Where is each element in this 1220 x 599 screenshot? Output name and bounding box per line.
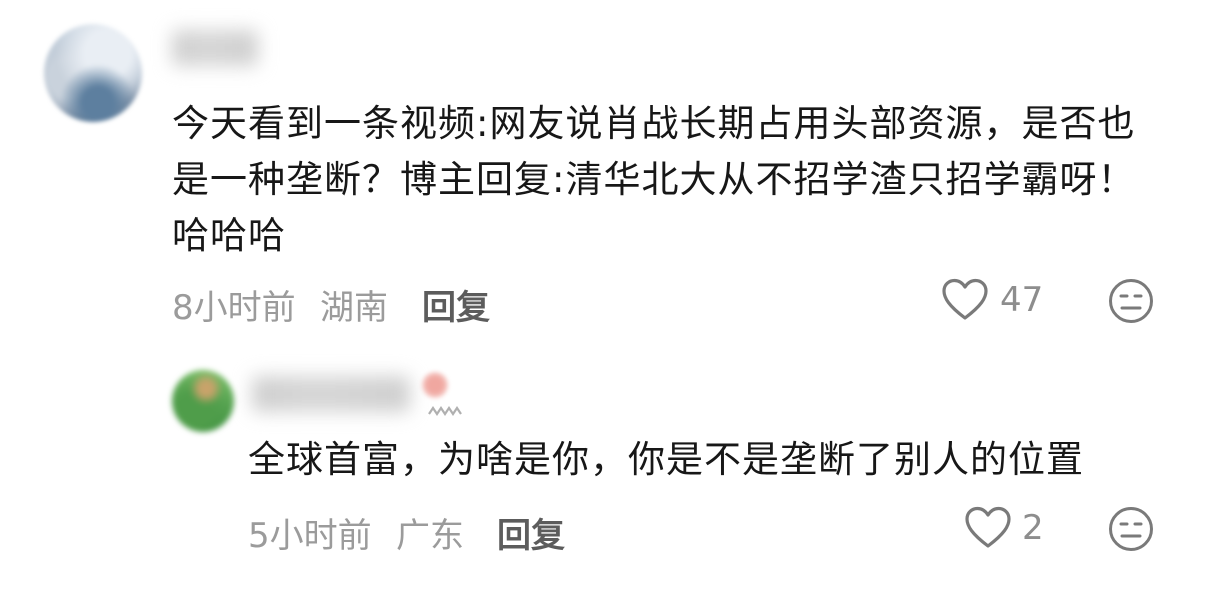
- emoji-badge-icon: [422, 372, 448, 398]
- like-count: 47: [1000, 280, 1044, 320]
- reply-commenter-avatar[interactable]: [172, 370, 234, 432]
- reply-comment-text: 全球首富，为啥是你，你是不是垄断了别人的位置: [248, 438, 1084, 481]
- reply-like-count: 2: [1022, 508, 1044, 548]
- neutral-face-icon[interactable]: [1108, 278, 1154, 324]
- zigzag-badge-icon: [428, 404, 464, 418]
- neutral-face-icon[interactable]: [1108, 506, 1154, 552]
- heart-outline-icon[interactable]: [964, 506, 1012, 550]
- reply-button[interactable]: 回复: [422, 280, 490, 329]
- commenter-name-blurred[interactable]: [172, 30, 258, 66]
- comment-time: 8小时前: [172, 288, 296, 328]
- reply-time: 5小时前: [248, 516, 372, 556]
- heart-outline-icon[interactable]: [941, 278, 989, 322]
- comment-text: 今天看到一条视频:网友说肖战长期占用头部资源，是否也是一种垄断？博主回复:清华北…: [172, 102, 1136, 257]
- comment-location: 湖南: [320, 288, 388, 328]
- commenter-avatar[interactable]: [44, 24, 142, 122]
- reply-location: 广东: [396, 516, 464, 556]
- reply-reply-button[interactable]: 回复: [497, 508, 565, 557]
- reply-commenter-name-blurred[interactable]: [252, 376, 410, 412]
